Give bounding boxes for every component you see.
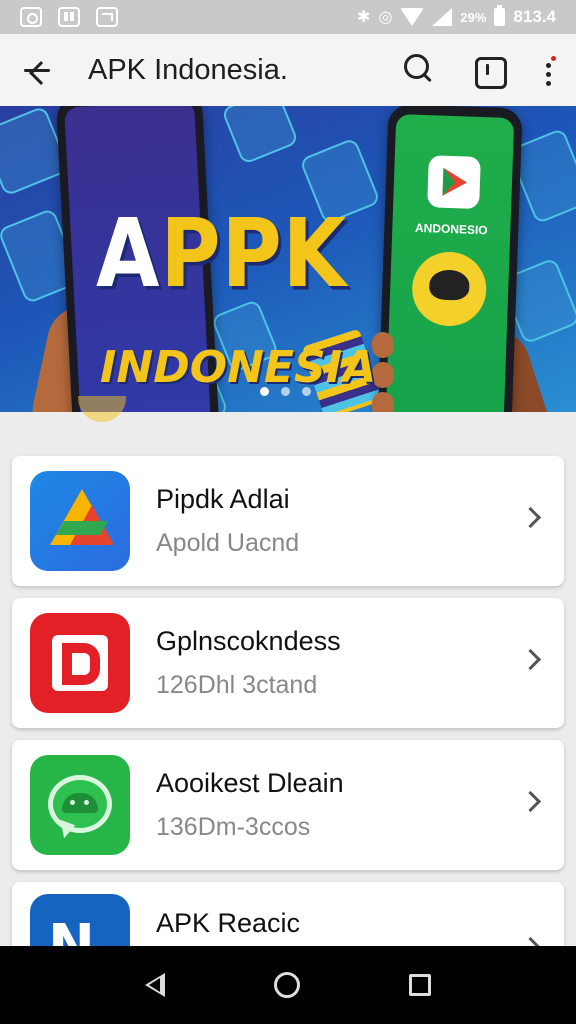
finger (372, 392, 394, 412)
android-icon (410, 250, 488, 328)
play-store-icon (427, 155, 481, 209)
notification-icon (20, 7, 42, 27)
page-dot[interactable] (281, 387, 290, 396)
app-bar: APK Indonesia. (0, 34, 576, 106)
list-item-text: Gplnscokndess 126Dhl 3ctand (156, 626, 564, 700)
status-bar: ✱ ◎ 29% 813.4 (0, 0, 576, 34)
drive-icon (30, 471, 130, 571)
screen: ✱ ◎ 29% 813.4 APK Indonesia. ANDONESIO A… (0, 0, 576, 1024)
vibrate-icon: ◎ (378, 9, 393, 26)
page-dot[interactable] (260, 387, 269, 396)
notification-icon (58, 7, 80, 27)
status-system: ✱ ◎ 29% 813.4 (357, 5, 556, 27)
page-title: APK Indonesia. (88, 53, 288, 86)
home-icon[interactable] (273, 972, 300, 998)
more-vert-icon[interactable] (538, 50, 558, 90)
app-name: APK Reacic (156, 908, 301, 938)
wifi-icon (400, 8, 425, 26)
notification-dot (549, 54, 558, 63)
decor-blob (78, 396, 126, 422)
banner-subline: INDONESIA (100, 342, 377, 393)
bluetooth-icon: ✱ (357, 9, 371, 26)
app-subtitle: Apold Uacnd (156, 529, 300, 557)
app-name: Pipdk Adlai (156, 484, 290, 514)
signal-icon (432, 8, 453, 26)
square-icon[interactable] (468, 50, 508, 90)
list-item-text: Aooikest Dleain 136Dm-3ccos (156, 768, 564, 842)
app-list: Pipdk Adlai Apold Uacnd Gplnscokndess 12… (12, 456, 564, 1004)
list-item[interactable]: Gplnscokndess 126Dhl 3ctand (12, 598, 564, 728)
system-nav-bar (0, 946, 576, 1024)
clock: 813.4 (513, 7, 556, 26)
list-item-text: APK Reacic (156, 894, 564, 939)
app-subtitle: 126Dhl 3ctand (156, 671, 318, 699)
app-subtitle: 136Dm-3ccos (156, 813, 311, 841)
back-arrow-icon[interactable] (20, 52, 56, 88)
app-name: Gplnscokndess (156, 626, 341, 656)
notification-icon (96, 7, 118, 27)
app-name: Aooikest Dleain (156, 768, 344, 798)
list-item[interactable]: Aooikest Dleain 136Dm-3ccos (12, 740, 564, 870)
battery-icon (494, 5, 506, 26)
phone-right: ANDONESIO (375, 106, 523, 412)
back-icon[interactable] (144, 973, 165, 997)
list-item[interactable]: Pipdk Adlai Apold Uacnd (12, 456, 564, 586)
list-item-text: Pipdk Adlai Apold Uacnd (156, 484, 564, 558)
search-icon[interactable] (398, 50, 438, 90)
android-chat-icon (30, 755, 130, 855)
p-logo-icon (30, 613, 130, 713)
battery-percent: 29% (460, 9, 487, 25)
page-dot[interactable] (302, 387, 311, 396)
recents-icon[interactable] (409, 974, 432, 996)
banner-page-indicator (260, 387, 311, 396)
promo-banner[interactable]: ANDONESIO APPK INDONESIA (0, 106, 576, 412)
status-notifications (20, 7, 118, 27)
banner-headline: APPK (96, 199, 348, 310)
decor-tile (220, 106, 300, 166)
phone-caption: ANDONESIO (414, 220, 488, 238)
